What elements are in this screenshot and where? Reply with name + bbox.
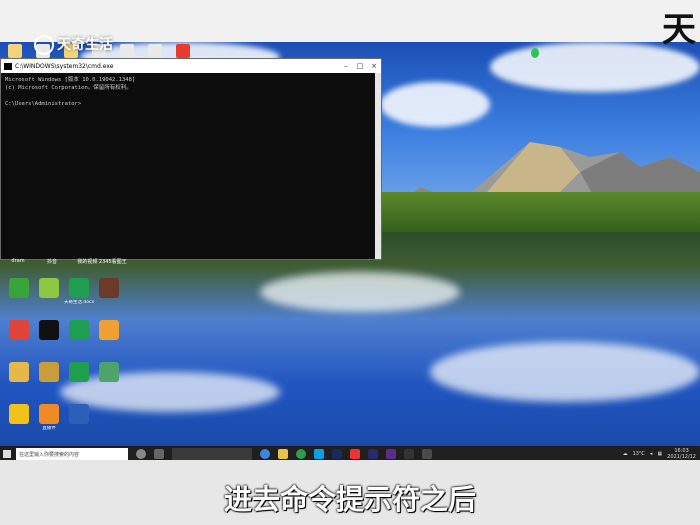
task-view-icon[interactable] [154,449,164,459]
weather-temp: 13°C [632,451,645,457]
desktop-label: dram [11,258,25,264]
cmd-titlebar[interactable]: C:\WINDOWS\system32\cmd.exe – □ × [1,59,381,73]
windows-icon [3,450,11,458]
lake-cloud-reflection [260,272,460,312]
network-icon[interactable]: ▦ [657,451,662,457]
desktop-icon[interactable] [64,404,94,442]
cortana-icon[interactable] [136,449,146,459]
cmd-line: Microsoft Windows [版本 10.0.19042.1348] [5,77,136,83]
cmd-title: C:\WINDOWS\system32\cmd.exe [15,62,114,70]
video-subtitle: 进去命令提示符之后 [223,483,476,516]
app-icon [69,362,89,382]
app-icon[interactable] [386,449,396,459]
terminal-icon[interactable] [422,449,432,459]
app-icon [69,278,89,298]
desktop-icon-grid: 天奇生活.docx 直播伴 [4,278,124,442]
desktop-icon[interactable] [4,320,34,358]
desktop-label: 抖音 [46,259,57,265]
desktop-icon-label: 天奇生活.docx [64,300,94,305]
desktop-icon[interactable] [64,362,94,400]
desktop-icon-label: 直播伴 [42,426,56,431]
taskbar-search-box[interactable] [172,448,252,460]
desktop-icon[interactable] [4,362,34,400]
wallpaper-forest [380,192,700,237]
desktop-icon[interactable] [4,404,34,442]
close-icon[interactable]: × [367,62,381,70]
app-icon [99,320,119,340]
desktop-icon[interactable] [64,320,94,358]
maximize-icon[interactable]: □ [353,62,367,70]
file-icon[interactable] [148,44,162,58]
cmd-output[interactable]: Microsoft Windows [版本 10.0.19042.1348] (… [1,73,381,111]
app-icon [39,278,59,298]
desktop-icon[interactable]: 天奇生活.docx [64,278,94,316]
cmd-window[interactable]: C:\WINDOWS\system32\cmd.exe – □ × Micros… [0,58,382,260]
wechat-icon[interactable] [296,449,306,459]
app-icon [69,320,89,340]
logo-watermark: 天奇生活 [34,34,113,55]
cmd-icon [4,62,12,70]
desktop-icon[interactable] [34,278,64,316]
desktop-top-labels: dram 抖音 我的视频 2345看图王 [4,258,134,265]
map-pin-icon [531,48,539,58]
file-icon[interactable] [120,44,134,58]
start-button[interactable] [0,447,14,461]
premiere-icon[interactable] [368,449,378,459]
desktop-icon[interactable] [94,278,124,316]
app-icon [9,320,29,340]
desktop-icon[interactable]: 直播伴 [34,404,64,442]
cmd-line [5,92,377,100]
weather-icon[interactable]: ☁ [623,451,628,457]
cmd-prompt: C:\Users\Administrator> [5,101,82,107]
desktop-icon[interactable] [94,320,124,358]
folder-icon[interactable] [278,449,288,459]
corner-watermark: 天 [662,10,696,50]
cmd-scrollbar[interactable] [375,73,381,259]
desktop-icon[interactable] [94,362,124,400]
desktop-label: 我的视频 2345看图王 [77,259,127,265]
app-icon [99,362,119,382]
photoshop-icon[interactable] [332,449,342,459]
lake-cloud-reflection [430,342,700,402]
logo-icon [34,35,54,55]
app-icon [99,278,119,298]
folder-icon[interactable] [8,44,22,58]
edge-icon[interactable] [260,449,270,459]
logo-text: 天奇生活 [57,37,113,53]
app-icon [9,404,29,424]
minimize-icon[interactable]: – [339,62,353,70]
app-icon[interactable] [314,449,324,459]
app-icon[interactable] [176,44,190,58]
taskbar-search-input[interactable]: 在这里输入你要搜索的内容 [16,448,128,460]
app-icon[interactable] [350,449,360,459]
clock[interactable]: 16:03 2021/12/12 [667,448,696,460]
app-icon [39,362,59,382]
app-icon [39,320,59,340]
desktop-icon[interactable] [4,278,34,316]
cmd-line: (c) Microsoft Corporation。保留所有权利。 [5,85,132,91]
capcut-icon[interactable] [404,449,414,459]
volume-icon[interactable]: ◂ [650,451,653,457]
app-icon [69,404,89,424]
desktop-icon[interactable] [34,320,64,358]
app-icon [39,404,59,424]
desktop-icon[interactable] [34,362,64,400]
app-icon [9,278,29,298]
app-icon [9,362,29,382]
